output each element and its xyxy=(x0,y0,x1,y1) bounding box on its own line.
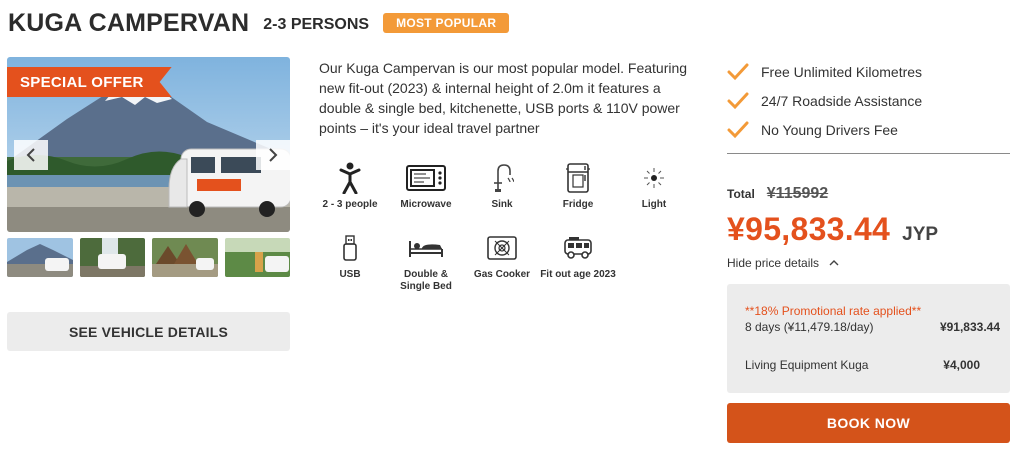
thumbnail-2[interactable] xyxy=(79,238,145,277)
original-price: ¥115992 xyxy=(766,185,829,202)
vehicle-header: KUGA CAMPERVAN 2-3 PERSONS MOST POPULAR xyxy=(8,8,510,38)
carousel-prev-button[interactable] xyxy=(14,140,48,170)
vehicle-description: Our Kuga Campervan is our most popular m… xyxy=(319,60,688,136)
checkmark-icon xyxy=(727,63,749,80)
light-icon xyxy=(644,168,664,188)
carousel-next-button[interactable] xyxy=(256,140,290,170)
price-line-label: 8 days (¥11,479.18/day) xyxy=(745,320,874,334)
person-icon xyxy=(339,162,361,194)
feature-fridge: Fridge xyxy=(540,162,616,211)
price-line-label: Living Equipment Kuga xyxy=(745,358,869,372)
price-line: 8 days (¥11,479.18/day) ¥91,833.44 xyxy=(745,320,1000,334)
thumbnail-3[interactable] xyxy=(152,238,218,277)
feature-bed: Double & Single Bed xyxy=(388,232,464,293)
checkmark-icon xyxy=(727,92,749,109)
thumbnail-1[interactable] xyxy=(7,238,73,277)
chevron-right-icon xyxy=(269,148,278,162)
thumbnail-4[interactable] xyxy=(224,238,290,277)
feature-fit-out-age: Fit out age 2023 xyxy=(540,232,616,281)
price-line: Living Equipment Kuga ¥4,000 xyxy=(745,358,1000,372)
image-thumbnails xyxy=(7,238,290,277)
gas-cooker-icon xyxy=(487,236,517,260)
currency-code: JYP xyxy=(902,224,939,245)
feature-gas-cooker: Gas Cooker xyxy=(464,232,540,281)
most-popular-badge: MOST POPULAR xyxy=(383,13,510,33)
benefit-item: 24/7 Roadside Assistance xyxy=(727,86,1010,115)
chevron-up-icon xyxy=(829,260,839,266)
checkmark-icon xyxy=(727,121,749,138)
price-row: ¥95,833.44 JYP xyxy=(727,211,938,248)
discounted-price: ¥95,833.44 xyxy=(727,211,891,247)
sink-icon xyxy=(494,164,514,192)
microwave-icon xyxy=(406,165,446,191)
benefit-item: No Young Drivers Fee xyxy=(727,115,1010,144)
bed-icon xyxy=(409,241,443,257)
divider xyxy=(727,153,1010,154)
promo-note: **18% Promotional rate applied** xyxy=(745,304,922,318)
vehicle-capacity: 2-3 PERSONS xyxy=(263,16,370,33)
book-now-button[interactable]: BOOK NOW xyxy=(727,403,1010,443)
feature-sink: Sink xyxy=(464,162,540,211)
total-row: Total ¥115992 xyxy=(727,185,828,203)
feature-microwave: Microwave xyxy=(388,162,464,211)
see-vehicle-details-button[interactable]: SEE VEHICLE DETAILS xyxy=(7,312,290,351)
hide-price-details-toggle[interactable]: Hide price details xyxy=(727,256,839,270)
benefits-list: Free Unlimited Kilometres 24/7 Roadside … xyxy=(727,57,1010,144)
vehicle-image-carousel[interactable]: SPECIAL OFFER xyxy=(7,57,290,232)
price-line-value: ¥91,833.44 xyxy=(939,320,1000,334)
price-line-value: ¥4,000 xyxy=(943,358,980,372)
benefit-item: Free Unlimited Kilometres xyxy=(727,57,1010,86)
chevron-left-icon xyxy=(26,148,35,162)
usb-icon xyxy=(343,235,357,261)
feature-people: 2 - 3 people xyxy=(312,162,388,211)
total-label: Total xyxy=(727,187,755,201)
feature-usb: USB xyxy=(312,232,388,281)
vehicle-title: KUGA CAMPERVAN xyxy=(8,8,250,37)
campervan-icon xyxy=(564,237,592,259)
price-details-panel: **18% Promotional rate applied** 8 days … xyxy=(727,284,1010,393)
feature-light: Light xyxy=(616,162,692,211)
fridge-icon xyxy=(566,163,590,193)
special-offer-ribbon: SPECIAL OFFER xyxy=(7,67,172,97)
